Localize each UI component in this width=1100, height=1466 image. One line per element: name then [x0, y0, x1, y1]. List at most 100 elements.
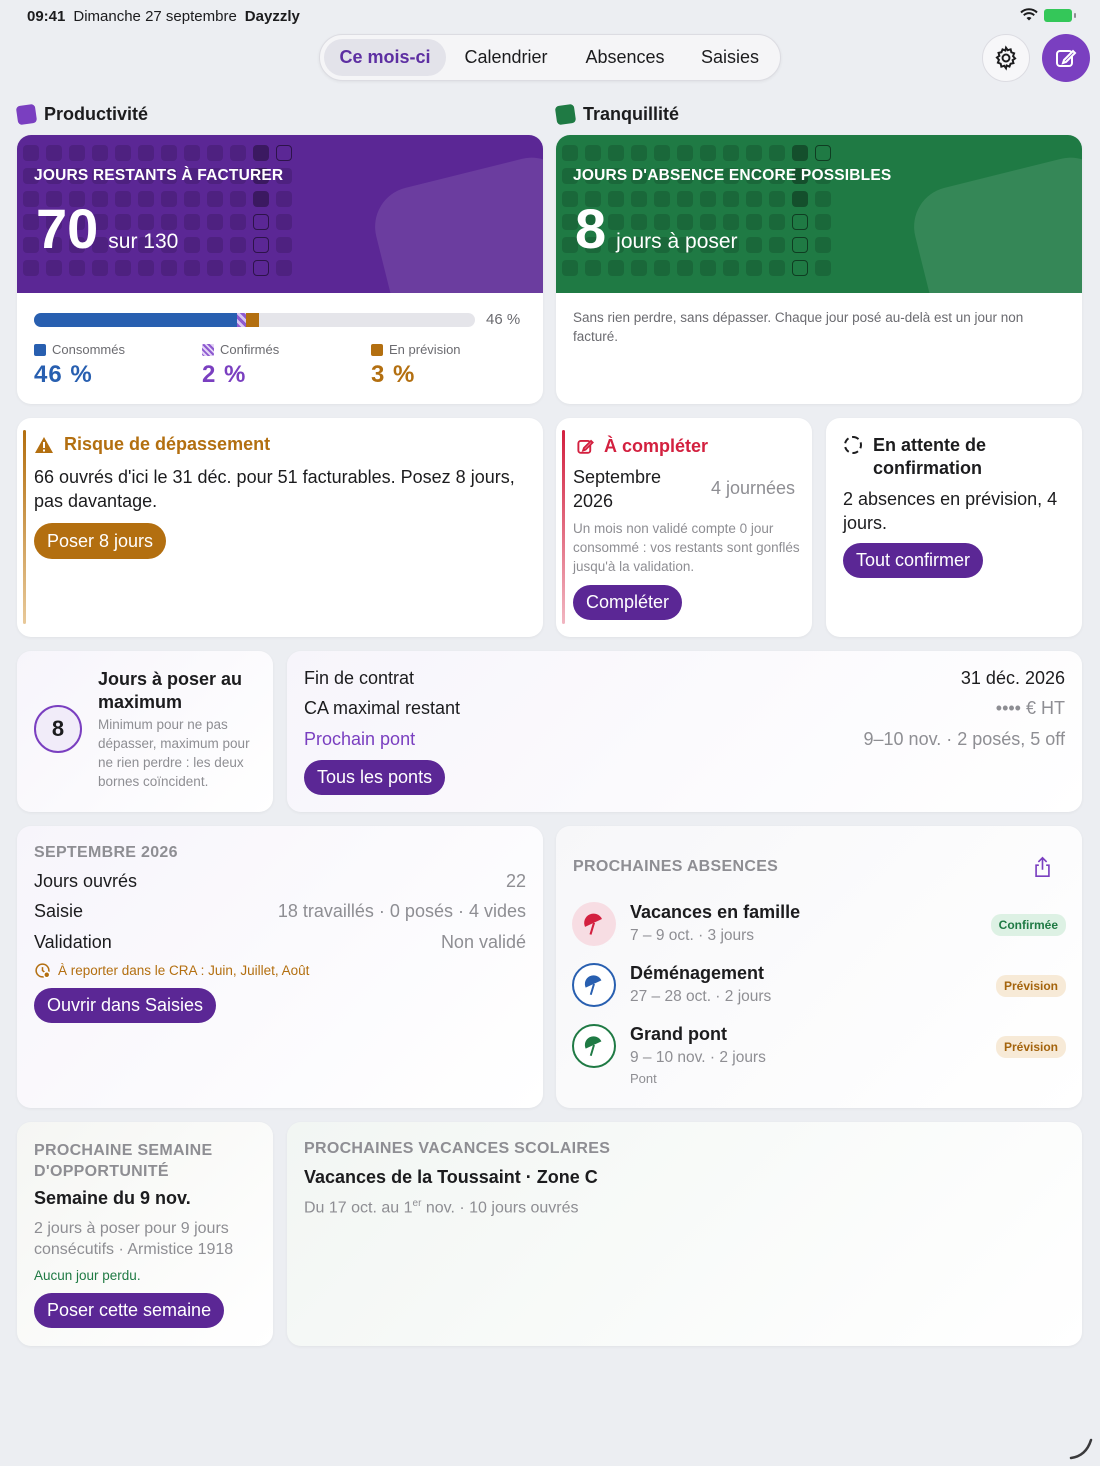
to-complete-count: 4 journées: [710, 478, 795, 498]
to-complete-note: Un mois non validé compte 0 jour consomm…: [573, 521, 800, 574]
month-warning-text: À reporter dans le CRA : Juin, Juillet, …: [58, 963, 310, 978]
contract-rows: Fin de contrat 31 déc. 2026 CA maximal r…: [304, 663, 1065, 755]
status-time: 09:41: [27, 8, 66, 25]
absence-item-text: Vacances en famille 7 – 9 oct. · 3 jours: [630, 902, 991, 945]
battery-icon: [1044, 8, 1076, 22]
resize-handle-icon[interactable]: [1068, 1436, 1094, 1462]
to-complete-header: À compléter: [576, 436, 708, 457]
status-badge: Prévision: [995, 975, 1066, 997]
risk-text: 66 ouvrés d'ici le 31 déc. pour 51 factu…: [34, 467, 515, 511]
tranquility-header: Tranquillité: [554, 103, 679, 126]
upcoming-title: PROCHAINES ABSENCES: [573, 858, 779, 875]
tab-ce-mois-ci[interactable]: Ce mois-ci: [324, 39, 446, 76]
legend-forecast: En prévision 3 %: [371, 342, 461, 389]
contract-ca-label: CA maximal restant: [304, 698, 461, 719]
absence-extra: Pont: [630, 1071, 657, 1086]
pending-title: En attente de confirmation: [873, 435, 987, 478]
legend-confirmed: Confirmés 2 %: [202, 342, 279, 389]
absence-name: Déménagement: [630, 963, 765, 983]
month-card: SEPTEMBRE 2026 Jours ouvrés 22 Saisie 18…: [17, 826, 543, 1108]
to-complete-accent-bar: [562, 430, 565, 624]
poser-semaine-button[interactable]: Poser cette semaine: [34, 1293, 225, 1328]
status-icons: [1020, 8, 1076, 22]
month-validation-label: Validation: [34, 931, 112, 952]
month-saisie-label: Saisie: [34, 901, 84, 922]
pending-card: En attente de confirmation 2 absences en…: [826, 418, 1082, 637]
settings-button[interactable]: [982, 34, 1030, 82]
compose-button[interactable]: [1042, 34, 1090, 82]
absence-item-text: Grand pont 9 – 10 nov. · 2 jours Pont: [630, 1024, 996, 1086]
risk-title: Risque de dépassement: [64, 434, 271, 454]
absence-item-vacances[interactable]: Vacances en famille 7 – 9 oct. · 3 jours…: [572, 902, 1066, 946]
legend-square-confirmed: [202, 343, 214, 356]
month-ouvres-value: 22: [505, 870, 526, 891]
status-app-name: Dayzzly: [244, 8, 300, 25]
absence-name: Vacances en famille: [630, 902, 801, 922]
absence-item-grand-pont[interactable]: Grand pont 9 – 10 nov. · 2 jours Pont Pr…: [572, 1024, 1066, 1086]
school-title: PROCHAINES VACANCES SCOLAIRES: [304, 1140, 611, 1157]
legend-forecast-label: En prévision: [389, 342, 461, 357]
tranquility-card: JOURS D'ABSENCE ENCORE POSSIBLES 8 jours…: [556, 135, 1082, 404]
contract-end-value: 31 déc. 2026: [960, 667, 1065, 688]
to-complete-title: À compléter: [604, 436, 709, 456]
school-dates: Du 17 oct. au 1er nov. · 10 jours ouvrés: [304, 1198, 579, 1217]
absence-dates: 7 – 9 oct. · 3 jours: [630, 927, 755, 944]
legend-square-forecast: [371, 343, 383, 356]
share-icon: [1035, 856, 1050, 877]
tab-saisies[interactable]: Saisies: [684, 39, 776, 76]
month-row-ouvres: Jours ouvrés 22: [34, 866, 526, 897]
progress-forecast: [245, 313, 259, 327]
tout-confirmer-button[interactable]: Tout confirmer: [843, 543, 984, 578]
productivity-total: sur 130: [108, 230, 179, 253]
absence-dates: 9 – 10 nov. · 2 jours: [630, 1049, 766, 1066]
edit-icon: [577, 439, 594, 454]
productivity-title: Productivité: [44, 104, 149, 124]
tab-absences[interactable]: Absences: [566, 39, 684, 76]
risk-accent-bar: [23, 430, 26, 624]
status-badge: Confirmée: [990, 914, 1066, 936]
contract-ca-value: •••• € HT: [995, 698, 1065, 719]
school-name: Vacances de la Toussaint · Zone C: [304, 1167, 598, 1187]
school-holidays-card: PROCHAINES VACANCES SCOLAIRES Vacances d…: [287, 1122, 1082, 1346]
progress-consumed: [34, 313, 237, 327]
upcoming-absences-card: PROCHAINES ABSENCES Vacances en famille …: [556, 826, 1082, 1108]
productivity-value: 70: [36, 197, 99, 260]
legend-square-consumed: [34, 343, 46, 356]
decorative-blob: [905, 149, 1082, 293]
tab-calendrier[interactable]: Calendrier: [446, 39, 566, 76]
contract-end-label: Fin de contrat: [304, 667, 415, 688]
month-warning: À reporter dans le CRA : Juin, Juillet, …: [34, 962, 309, 979]
status-badge: Prévision: [995, 1036, 1066, 1058]
productivity-hero: JOURS RESTANTS À FACTURER 70 sur 130: [17, 135, 543, 293]
tranquility-label: JOURS D'ABSENCE ENCORE POSSIBLES: [573, 167, 892, 184]
share-button[interactable]: [1033, 856, 1052, 883]
risk-card: Risque de dépassement 66 ouvrés d'ici le…: [17, 418, 543, 637]
poser-jours-button[interactable]: Poser 8 jours: [34, 523, 167, 559]
max-days-title: Jours à poser au maximum: [98, 669, 243, 712]
to-complete-card: À compléter Septembre 2026 4 journées Un…: [556, 418, 812, 637]
tranquility-value: 8: [575, 197, 607, 260]
absence-item-text: Déménagement 27 – 28 oct. · 2 jours: [630, 963, 996, 1006]
compose-icon: [1056, 49, 1077, 67]
tranquility-description: Sans rien perdre, sans dépasser. Chaque …: [573, 310, 1024, 344]
contract-row-pont[interactable]: Prochain pont 9–10 nov. · 2 posés, 5 off: [304, 724, 1065, 755]
month-row-validation: Validation Non validé: [34, 927, 526, 958]
opportunity-text: 2 jours à poser pour 9 jours consécutifs…: [34, 1220, 234, 1258]
tous-les-ponts-button[interactable]: Tous les ponts: [304, 760, 446, 795]
absence-item-demenagement[interactable]: Déménagement 27 – 28 oct. · 2 jours Prév…: [572, 963, 1066, 1007]
month-title: SEPTEMBRE 2026: [34, 844, 178, 861]
productivity-progress-bar: [34, 313, 475, 327]
productivity-card: JOURS RESTANTS À FACTURER 70 sur 130 46 …: [17, 135, 543, 404]
contract-pont-label[interactable]: Prochain pont: [304, 729, 415, 750]
status-bar: 09:41 Dimanche 27 septembre Dayzzly: [27, 8, 300, 25]
status-date: Dimanche 27 septembre: [73, 8, 237, 25]
completer-button[interactable]: Compléter: [573, 585, 683, 620]
school-dates-prefix: Du 17 oct. au 1: [304, 1199, 413, 1217]
max-days-value: 8: [34, 705, 82, 753]
absence-dates: 27 – 28 oct. · 2 jours: [630, 988, 772, 1005]
wifi-icon: [1020, 8, 1038, 21]
ouvrir-saisies-button[interactable]: Ouvrir dans Saisies: [34, 988, 217, 1023]
pending-status-icon: [844, 436, 862, 454]
progress-confirmed: [236, 313, 246, 327]
month-saisie-value: 18 travaillés · 0 posés · 4 vides: [277, 901, 526, 922]
